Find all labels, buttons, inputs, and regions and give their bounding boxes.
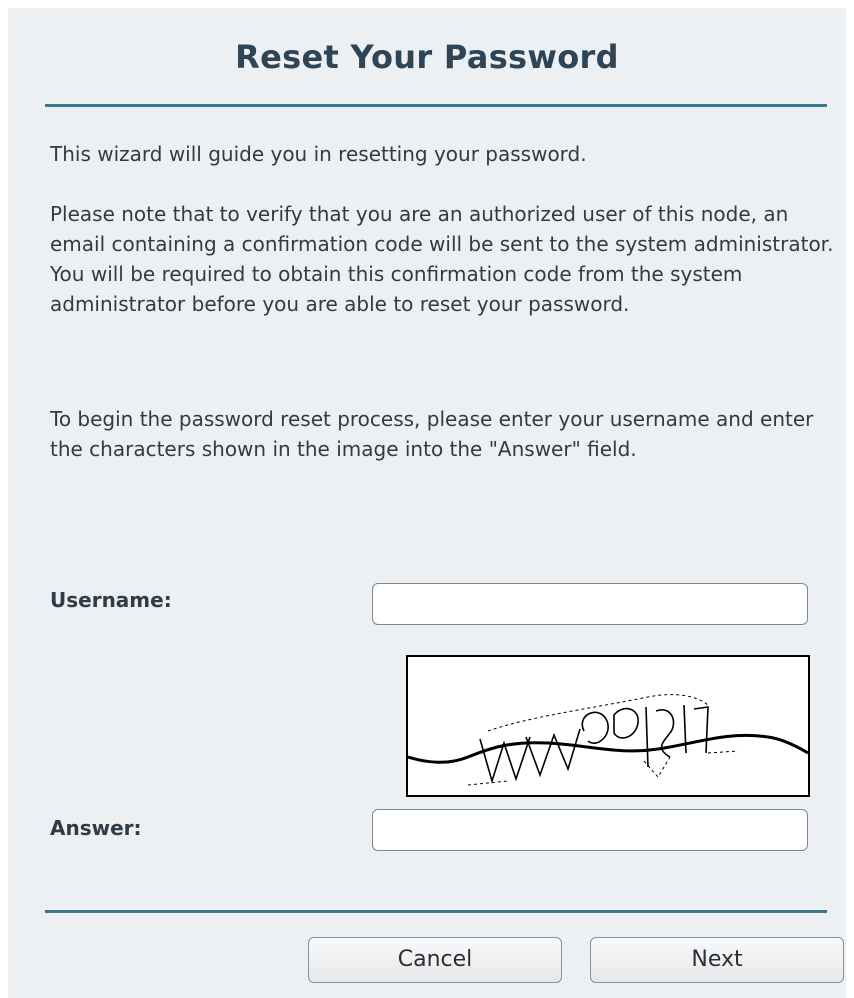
instructions-text: To begin the password reset process, ple… — [50, 407, 814, 461]
answer-label: Answer: — [50, 816, 142, 840]
answer-input[interactable] — [372, 809, 808, 851]
cancel-button[interactable]: Cancel — [308, 937, 562, 983]
reset-password-dialog: Reset Your Password This wizard will gui… — [8, 8, 846, 998]
intro-text: This wizard will guide you in resetting … — [50, 142, 587, 166]
captcha-graphic — [408, 694, 808, 786]
title-divider — [45, 104, 827, 107]
username-input[interactable] — [372, 583, 808, 625]
page-title: Reset Your Password — [235, 38, 619, 76]
footer-divider — [45, 910, 827, 913]
next-button[interactable]: Next — [590, 937, 844, 983]
username-label: Username: — [50, 588, 172, 612]
note-text: Please note that to verify that you are … — [50, 202, 834, 316]
captcha-image — [406, 655, 810, 797]
